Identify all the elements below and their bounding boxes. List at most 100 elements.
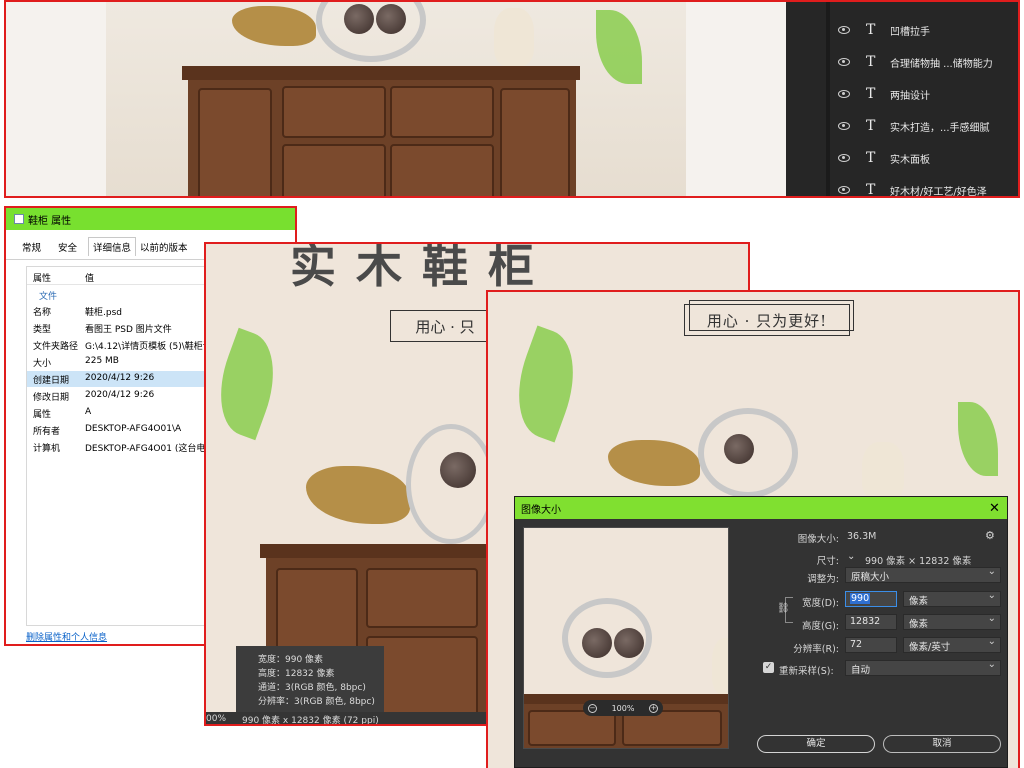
info-resolution: 分辨率：3(RGB 颜色, 8bpc) [258, 697, 375, 707]
image-size-label: 图像大小: [797, 534, 839, 545]
leaf-decoration [958, 402, 998, 476]
row-key: 大小 [33, 359, 52, 369]
eye-icon[interactable] [838, 58, 850, 66]
remove-properties-link[interactable]: 删除属性和个人信息 [26, 630, 107, 643]
row-value: 看图王 PSD 图片文件 [85, 325, 172, 335]
height-label: 高度(G): [802, 621, 839, 632]
image-size-value: 36.3M [847, 531, 877, 542]
cabinet-drawer-1 [282, 86, 386, 138]
tab-previous-versions[interactable]: 以前的版本 [140, 240, 188, 254]
row-key: 类型 [33, 325, 52, 335]
layer-row[interactable]: T 凹槽拉手 [786, 14, 1018, 46]
vase [712, 638, 728, 694]
ring-ball-left [582, 628, 612, 658]
resolution-input[interactable]: 72 [845, 637, 897, 653]
status-zoom[interactable]: 00% [206, 714, 236, 724]
bird-figurine [306, 466, 410, 524]
layer-row[interactable]: T 实木面板 [786, 142, 1018, 174]
text-layer-icon: T [866, 54, 876, 70]
text-layer-icon: T [866, 86, 876, 102]
ring-ball [724, 434, 754, 464]
chevron-down-icon[interactable]: ⌄ [847, 551, 855, 562]
tab-general[interactable]: 常规 [22, 240, 41, 254]
slogan-text: 用心 · 只为更好! [706, 311, 828, 330]
zoom-out-icon[interactable]: − [588, 703, 597, 713]
header-value[interactable]: 值 [85, 271, 94, 284]
bird-figurine [608, 440, 700, 486]
layer-name: 好木材/好工艺/好色泽 [890, 186, 987, 198]
eye-icon[interactable] [838, 90, 850, 98]
slogan-box: 用心 · 只为更好! [684, 300, 854, 336]
eye-icon[interactable] [838, 186, 850, 194]
preview-zoom-value: 100% [611, 703, 635, 713]
resolution-label: 分辨率(R): [793, 644, 839, 655]
row-key: 所有者 [33, 427, 61, 437]
properties-titlebar[interactable]: 鞋柜 属性 [6, 208, 295, 230]
ring-ball-right [614, 628, 644, 658]
ring-ball-right [376, 4, 406, 34]
dialog-titlebar[interactable]: 图像大小 [515, 497, 1007, 519]
cabinet-door-mid [282, 144, 386, 196]
dimensions-label: 尺寸: [816, 556, 839, 567]
row-key: 修改日期 [33, 393, 70, 403]
height-unit-select[interactable]: 像素 [903, 613, 1001, 630]
wall-right [686, 2, 786, 196]
gear-icon[interactable]: ⚙ [985, 529, 995, 542]
tab-security[interactable]: 安全 [58, 240, 77, 254]
header-key[interactable]: 属性 [33, 271, 51, 284]
eye-icon[interactable] [838, 26, 850, 34]
info-width: 宽度：990 像素 [258, 655, 324, 665]
file-icon [14, 214, 24, 224]
properties-title: 鞋柜 属性 [28, 215, 72, 227]
cabinet-door-far-right [500, 88, 570, 196]
row-key: 计算机 [33, 444, 61, 454]
ring-ball [440, 452, 476, 488]
row-value: DESKTOP-AFG4O01\A [85, 424, 182, 434]
resolution-unit-select[interactable]: 像素/英寸 [903, 636, 1001, 653]
top-product-panel: T 凹槽拉手 T 合理储物抽 ...储物能力 T 两抽设计 T 实木打造，...… [4, 0, 1020, 198]
layer-row[interactable]: T 好木材/好工艺/好色泽 [786, 174, 1018, 198]
width-input[interactable]: 990 [845, 591, 897, 607]
dimensions-value: 990 像素 × 12832 像素 [865, 556, 972, 567]
row-key: 名称 [33, 308, 52, 318]
layer-name: 合理储物抽 ...储物能力 [890, 58, 993, 70]
eye-icon[interactable] [838, 154, 850, 162]
eye-icon[interactable] [838, 122, 850, 130]
layer-row[interactable]: T 两抽设计 [786, 78, 1018, 110]
resample-select[interactable]: 自动 [845, 659, 1001, 676]
text-layer-icon: T [866, 150, 876, 166]
layer-row[interactable]: T 合理储物抽 ...储物能力 [786, 46, 1018, 78]
big-title: 实木鞋柜 [290, 242, 554, 293]
row-value: A [85, 407, 92, 417]
tab-details[interactable]: 详细信息 [88, 237, 137, 256]
ok-button[interactable]: 确定 [757, 735, 875, 753]
height-input[interactable]: 12832 [845, 614, 897, 630]
row-value: 鞋柜.psd [85, 308, 122, 318]
layer-row[interactable]: T 实木打造，...手感细腻 [786, 110, 1018, 142]
vase [494, 8, 534, 66]
row-value: DESKTOP-AFG4O01 (这台电脑 [85, 444, 215, 454]
slogan-box: 用心 · 只 [390, 310, 500, 342]
dialog-title: 图像大小 [521, 504, 561, 516]
row-key: 创建日期 [33, 376, 70, 386]
resample-label: 重新采样(S): [779, 666, 834, 677]
cabinet-top [182, 66, 580, 80]
zoom-in-icon[interactable]: + [649, 703, 658, 713]
width-label: 宽度(D): [802, 598, 839, 609]
leaf-decoration [501, 325, 591, 443]
row-value: G:\4.12\详情页模板 (5)\鞋柜详 [85, 342, 212, 352]
row-value: 2020/4/12 9:26 [85, 373, 155, 383]
width-unit-select[interactable]: 像素 [903, 590, 1001, 607]
row-value: 225 MB [85, 356, 119, 366]
cancel-button[interactable]: 取消 [883, 735, 1001, 753]
width-value: 990 [850, 593, 871, 604]
info-channels: 通道：3(RGB 颜色, 8bpc) [258, 683, 366, 693]
layer-name: 两抽设计 [890, 90, 930, 102]
cabinet-door-right [390, 144, 494, 196]
leaf-decoration [206, 327, 290, 441]
fit-select[interactable]: 原稿大小 [845, 566, 1001, 583]
resample-checkbox[interactable]: ✓ [763, 662, 774, 673]
preview-zoom-control: − 100% + [583, 700, 663, 716]
close-icon[interactable]: ✕ [989, 501, 1000, 516]
text-layer-icon: T [866, 182, 876, 198]
